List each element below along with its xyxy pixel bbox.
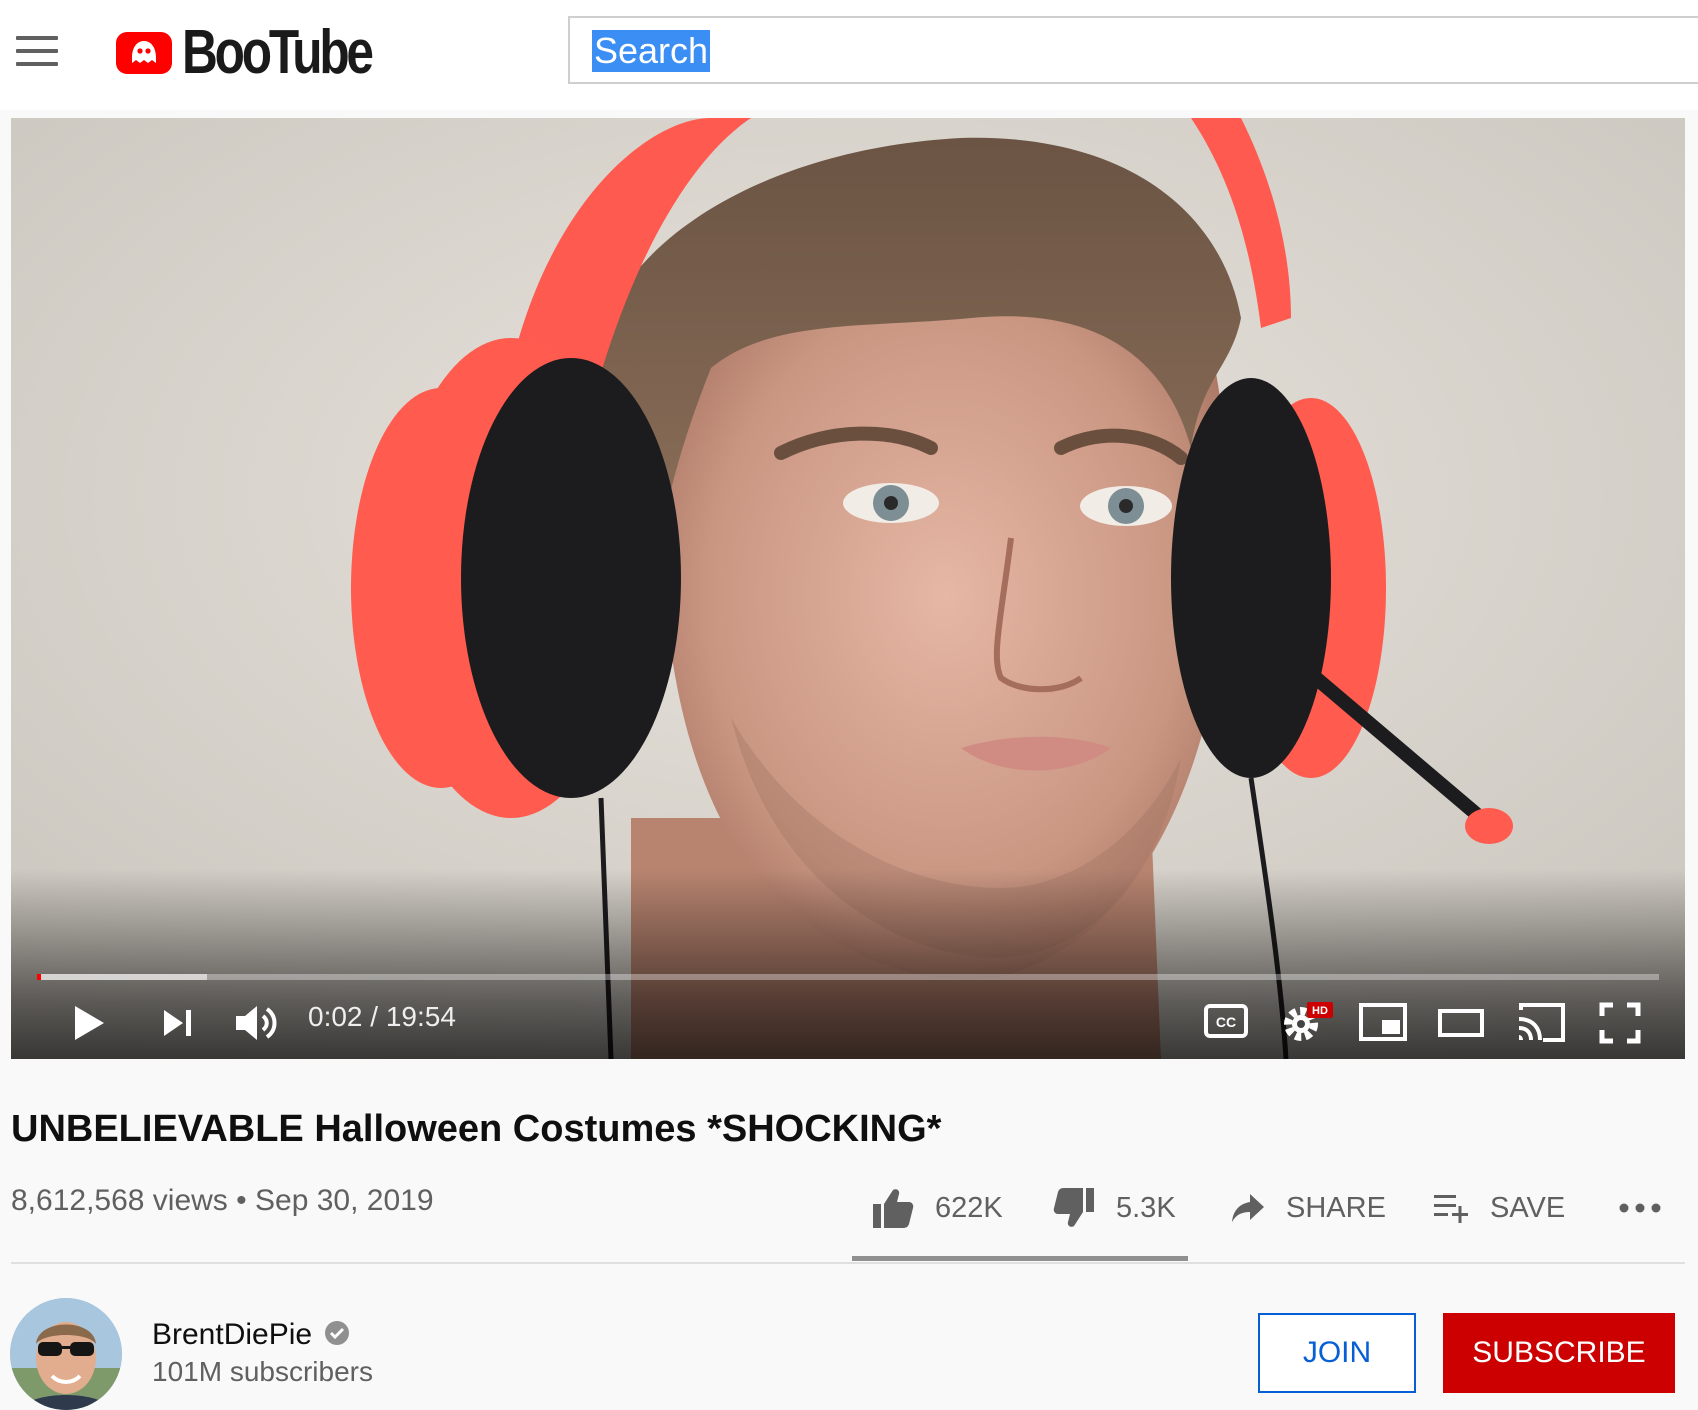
search-selected-text: Search [592,30,711,72]
verified-icon [325,1321,349,1345]
join-button[interactable]: JOIN [1258,1313,1416,1393]
upload-date: Sep 30, 2019 [255,1184,434,1217]
logo-icon [116,32,172,74]
sentiment-bar [852,1256,1188,1261]
subscribe-button[interactable]: SUBSCRIBE [1443,1313,1675,1393]
view-count: 8,612,568 views [11,1184,228,1217]
svg-text:CC: CC [1216,1014,1236,1030]
progress-played [37,974,41,980]
thumbs-down-icon [1053,1188,1094,1227]
app-name: BooTube [182,18,374,87]
share-icon [1232,1194,1264,1222]
play-icon[interactable] [71,1003,107,1043]
dislike-count: 5.3K [1116,1191,1176,1224]
video-meta: 8,612,568 views • Sep 30, 2019 [11,1184,434,1218]
save-label: SAVE [1490,1191,1566,1224]
like-count: 622K [935,1191,1003,1224]
divider [11,1262,1685,1264]
video-player[interactable]: 0:02 / 19:54 CC HD [11,118,1685,1059]
top-bar: BooTube Search [0,0,1698,110]
channel-name[interactable]: BrentDiePie [152,1318,312,1352]
hd-badge: HD [1312,1005,1328,1017]
playlist-add-icon [1434,1195,1468,1223]
next-icon[interactable] [161,1006,195,1040]
like-button[interactable]: 622K [871,1180,1003,1236]
fullscreen-icon[interactable] [1599,1002,1641,1044]
save-button[interactable]: SAVE [1432,1180,1565,1236]
search-input[interactable] [590,30,1688,72]
search-bar[interactable]: Search [568,16,1698,84]
video-title: UNBELIEVABLE Halloween Costumes *SHOCKIN… [11,1108,942,1150]
logo[interactable]: BooTube [116,18,418,88]
menu-icon[interactable] [16,36,58,66]
dislike-button[interactable]: 5.3K [1052,1180,1176,1236]
share-label: SHARE [1286,1191,1386,1224]
avatar[interactable] [10,1298,122,1410]
avatar-image [10,1298,122,1410]
miniplayer-icon[interactable] [1358,1002,1408,1042]
settings-icon[interactable]: HD [1279,1000,1335,1044]
meta-separator: • [236,1184,247,1217]
theater-icon[interactable] [1437,1008,1485,1038]
cast-icon[interactable] [1515,1002,1567,1044]
more-button[interactable] [1618,1180,1662,1236]
progress-bar[interactable] [37,974,1659,980]
progress-buffered [37,974,208,980]
subscriber-count: 101M subscribers [152,1356,373,1387]
cc-icon[interactable]: CC [1204,1004,1248,1038]
share-button[interactable]: SHARE [1230,1180,1386,1236]
volume-icon[interactable] [233,1002,281,1044]
time-display: 0:02 / 19:54 [308,1001,456,1032]
thumbs-up-icon [873,1189,914,1228]
more-icon [1619,1203,1661,1213]
